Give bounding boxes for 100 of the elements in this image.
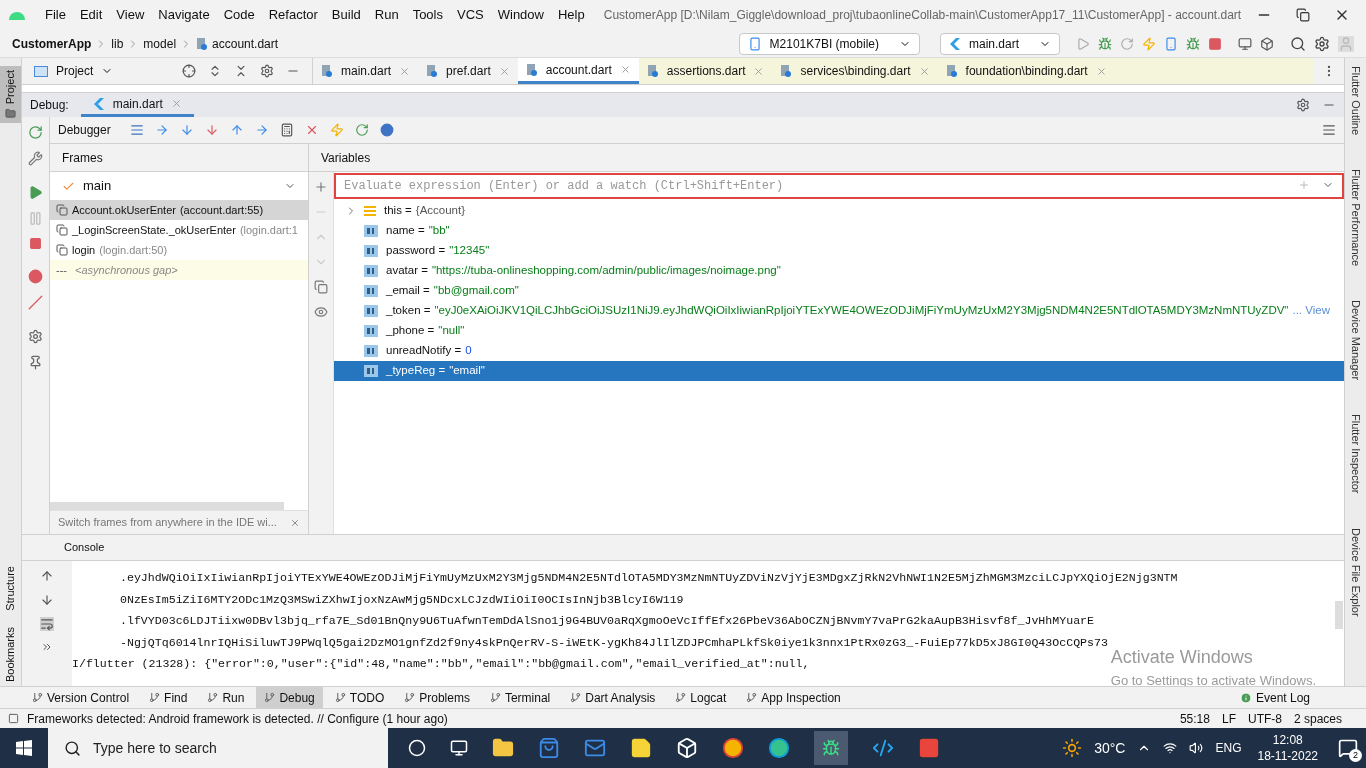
- run-icon[interactable]: [1076, 36, 1090, 51]
- menu-item[interactable]: Help: [550, 5, 592, 25]
- variable-row[interactable]: _email = "bb@gmail.com": [334, 281, 1344, 301]
- volume-icon[interactable]: [1189, 741, 1204, 755]
- status-item[interactable]: 55:18: [1179, 709, 1210, 728]
- resume-icon[interactable]: [28, 185, 43, 200]
- breadcrumb-item[interactable]: CustomerApp: [12, 34, 92, 53]
- editor-tab[interactable]: assertions.dart: [638, 58, 773, 84]
- scrollbar-thumb[interactable]: [50, 502, 284, 510]
- project-view-selector[interactable]: Project: [34, 62, 114, 80]
- tool-strip-tab[interactable]: Device Manager: [1347, 300, 1364, 381]
- hot-restart-icon[interactable]: [354, 123, 369, 137]
- frame-row[interactable]: login (login.dart:50): [50, 240, 308, 260]
- menu-item[interactable]: Edit: [72, 5, 110, 25]
- close-icon[interactable]: [290, 517, 300, 528]
- frames-layout-icon[interactable]: [129, 123, 144, 137]
- network-icon[interactable]: [1163, 741, 1178, 755]
- tool-window-button[interactable]: TODO: [326, 687, 393, 708]
- close-icon[interactable]: [170, 98, 182, 109]
- device-icon[interactable]: [1164, 36, 1178, 51]
- close-icon[interactable]: [399, 65, 411, 77]
- debug-icon[interactable]: [1098, 36, 1112, 51]
- variable-row[interactable]: password = "12345": [334, 241, 1344, 261]
- menu-item[interactable]: Refactor: [261, 5, 325, 25]
- step-over-icon[interactable]: [154, 123, 169, 137]
- browser-icon[interactable]: [768, 737, 790, 759]
- android-studio-taskbar-button[interactable]: [814, 731, 848, 765]
- settings-icon[interactable]: [28, 329, 43, 344]
- debugger-tab[interactable]: Debugger: [58, 121, 111, 139]
- stop-icon[interactable]: [29, 237, 42, 250]
- evaluate-icon[interactable]: [279, 123, 294, 137]
- structure-strip-tab[interactable]: Structure: [2, 566, 19, 611]
- weather-icon[interactable]: [1062, 738, 1083, 758]
- step-out-icon[interactable]: [229, 123, 244, 137]
- breadcrumb-item[interactable]: model: [143, 34, 177, 53]
- tool-window-button[interactable]: Debug: [256, 687, 323, 708]
- editor-tab[interactable]: account.dart: [517, 58, 639, 84]
- menu-item[interactable]: Run: [367, 5, 406, 25]
- settings-icon[interactable]: [1296, 98, 1310, 112]
- code-editor-icon[interactable]: [872, 737, 894, 759]
- duplicate-icon[interactable]: [314, 280, 328, 294]
- settings-icon[interactable]: [260, 64, 274, 78]
- device-selector[interactable]: M2101K7BI (mobile): [738, 32, 920, 55]
- run-config-selector[interactable]: main.dart: [939, 32, 1060, 55]
- tool-window-button[interactable]: Problems: [396, 687, 478, 708]
- variable-row[interactable]: this = {Account}: [334, 201, 1344, 221]
- close-icon[interactable]: [753, 65, 765, 77]
- status-item[interactable]: UTF-8: [1247, 709, 1282, 728]
- run-to-cursor-icon[interactable]: [254, 123, 269, 137]
- tool-window-button[interactable]: Version Control: [24, 687, 138, 708]
- add-watch-icon[interactable]: [314, 180, 328, 194]
- locate-icon[interactable]: [182, 64, 196, 78]
- menu-item[interactable]: Tools: [405, 5, 450, 25]
- scrollbar-thumb[interactable]: [1335, 601, 1343, 629]
- step-into-icon[interactable]: [179, 123, 194, 137]
- editor-tab[interactable]: pref.dart: [418, 58, 518, 84]
- layout-icon[interactable]: [1322, 123, 1336, 137]
- menu-item[interactable]: Navigate: [151, 5, 217, 25]
- watch-icon[interactable]: [314, 305, 328, 319]
- variable-row[interactable]: _token = "eyJ0eXAiOiJKV1QiLCJhbGciOiJSUzI1NiJ9.eyJhdWQiOiIxIiwianRpIjoiYTExYWE4OWEzODJiMjFiYmUyMzUxM2Y3Mjg5NDM4N2E5NTdlOTA5MDY3MzNmNTUyZDV" ... View: [334, 301, 1344, 321]
- console-tab[interactable]: Console: [64, 539, 105, 556]
- stop-icon[interactable]: [1208, 36, 1222, 51]
- event-log-button[interactable]: Event Log: [1239, 688, 1342, 707]
- close-icon[interactable]: [619, 64, 631, 75]
- thread-selector[interactable]: main: [50, 172, 308, 200]
- sticky-note-icon[interactable]: [630, 737, 652, 759]
- mail-icon[interactable]: [584, 737, 606, 759]
- evaluate-field[interactable]: Evaluate expression (Enter) or add a watch (Ctrl+Shift+Enter): [334, 173, 1344, 199]
- windows-logo-icon[interactable]: [16, 740, 32, 756]
- wrench-icon[interactable]: [28, 151, 43, 166]
- close-icon[interactable]: [918, 65, 930, 77]
- scroll-up-icon[interactable]: [40, 569, 54, 583]
- scroll-down-icon[interactable]: [40, 593, 54, 607]
- menu-item[interactable]: File: [38, 5, 73, 25]
- soft-wrap-icon[interactable]: [40, 617, 54, 631]
- force-step-into-icon[interactable]: [204, 123, 219, 137]
- tool-window-button[interactable]: Logcat: [667, 687, 735, 708]
- frame-row[interactable]: _LoginScreenState._okUserEnter (login.dart:1: [50, 220, 308, 240]
- rerun-icon[interactable]: [28, 125, 43, 140]
- status-item[interactable]: LF: [1221, 709, 1236, 728]
- status-icon[interactable]: [8, 713, 19, 724]
- pin-icon[interactable]: [28, 355, 43, 370]
- clock-time[interactable]: 12:08: [1272, 732, 1303, 748]
- async-gap-row[interactable]: --- <asynchronous gap>: [50, 260, 308, 280]
- variable-row[interactable]: avatar = "https://tuba-onlineshopping.com/admin/public/images/noimage.png": [334, 261, 1344, 281]
- frame-row[interactable]: Account.okUserEnter (account.dart:55): [50, 200, 308, 220]
- status-item[interactable]: 2 spaces: [1293, 709, 1342, 728]
- tool-window-button[interactable]: Run: [199, 687, 253, 708]
- tool-window-button[interactable]: Find: [141, 687, 196, 708]
- editor-tab[interactable]: foundation\binding.dart: [937, 58, 1115, 84]
- tool-window-button[interactable]: Dart Analysis: [562, 687, 664, 708]
- tool-strip-tab[interactable]: Device File Explor: [1347, 527, 1364, 617]
- language-indicator[interactable]: ENG: [1215, 739, 1242, 757]
- tool-strip-tab[interactable]: Flutter Inspector: [1347, 414, 1364, 494]
- folder-icon[interactable]: [492, 737, 514, 759]
- more-icon[interactable]: [41, 641, 53, 653]
- widgets-icon[interactable]: [450, 739, 468, 757]
- taskbar-search-field[interactable]: Type here to search: [48, 728, 388, 768]
- breadcrumb-item[interactable]: account.dart: [212, 34, 279, 53]
- editor-tab[interactable]: services\binding.dart: [772, 58, 938, 84]
